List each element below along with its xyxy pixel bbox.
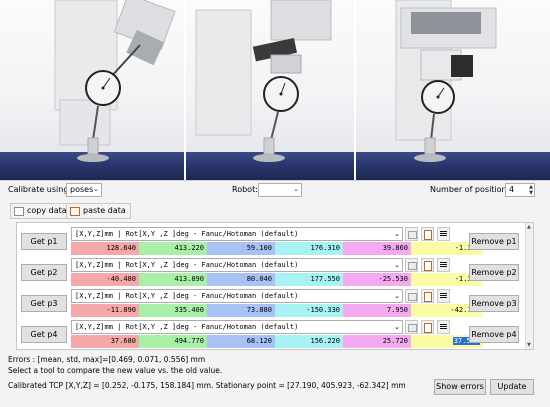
pose-values-p3: -11.890 335.400 73.880 -150.330 7.950 -4… (71, 304, 483, 317)
z-value[interactable]: 73.880 (207, 304, 275, 317)
chevron-down-icon: ⌄ (394, 230, 400, 238)
format-value: [X,Y,Z]mm | Rot[X,Y ,Z ]deg - Fanuc/Hoto… (75, 323, 299, 331)
chevron-down-icon: ⌄ (394, 323, 400, 331)
z-value[interactable]: 68.120 (207, 335, 275, 348)
format-select-p2[interactable]: [X,Y,Z]mm | Rot[X,Y ,Z ]deg - Fanuc/Hoto… (71, 258, 403, 272)
scroll-down-icon[interactable]: ▼ (527, 342, 531, 348)
chevron-down-icon: ⌄ (93, 185, 99, 193)
remove-p4-button[interactable]: Remove p4 (469, 326, 519, 343)
rx-value[interactable]: 176.310 (275, 242, 343, 255)
chevron-down-icon: ⌄ (394, 292, 400, 300)
save-icon[interactable] (405, 320, 418, 334)
ry-value[interactable]: 25.720 (343, 335, 411, 348)
rx-value[interactable]: 156.220 (275, 335, 343, 348)
save-icon[interactable] (405, 258, 418, 272)
spin-arrows-icon[interactable]: ▲ ▼ (529, 184, 533, 196)
chevron-down-icon: ⌄ (394, 261, 400, 269)
calibrate-using-label: Calibrate using: (8, 185, 72, 194)
rx-value[interactable]: 177.550 (275, 273, 343, 286)
copy-data-button[interactable]: copy data (10, 203, 72, 219)
pose-values-p2: -40.480 413.890 80.040 177.550 -25.530 -… (71, 273, 483, 286)
x-value[interactable]: 128.640 (71, 242, 139, 255)
y-value[interactable]: 335.400 (139, 304, 207, 317)
calibrated-tcp-text: Calibrated TCP [X,Y,Z] = [0.252, -0.175,… (8, 381, 406, 390)
paste-icon (70, 207, 80, 216)
copy-icon (14, 207, 24, 216)
scroll-up-icon[interactable]: ▲ (527, 224, 531, 230)
chevron-down-icon: ⌄ (293, 185, 299, 193)
z-value[interactable]: 80.040 (207, 273, 275, 286)
num-positions-value: 4 (509, 185, 515, 194)
y-value[interactable]: 413.220 (139, 242, 207, 255)
pose-values-p1: 128.640 413.220 59.100 176.310 39.860 -1… (71, 242, 483, 255)
x-value[interactable]: 37.680 (71, 335, 139, 348)
robot-photo-3 (356, 0, 550, 180)
hint-text: Select a tool to compare the new value v… (8, 366, 223, 375)
get-p4-button[interactable]: Get p4 (21, 326, 67, 343)
paste-data-button[interactable]: paste data (66, 203, 131, 219)
robot-select[interactable]: ⌄ (258, 183, 302, 197)
format-select-p3[interactable]: [X,Y,Z]mm | Rot[X,Y ,Z ]deg - Fanuc/Hoto… (71, 289, 403, 303)
show-errors-button[interactable]: Show errors (434, 379, 486, 395)
position-row-p3: Get p3 [X,Y,Z]mm | Rot[X,Y ,Z ]deg - Fan… (17, 289, 527, 319)
menu-icon[interactable] (437, 289, 450, 303)
paste-data-label: paste data (83, 206, 126, 215)
camera-photo-strip (0, 0, 550, 180)
pose-values-p4: 37.680 494.770 68.120 156.220 25.720 37.… (71, 335, 483, 348)
paste-icon[interactable] (421, 289, 434, 303)
rx-value[interactable]: -150.330 (275, 304, 343, 317)
paste-icon[interactable] (421, 320, 434, 334)
format-value: [X,Y,Z]mm | Rot[X,Y ,Z ]deg - Fanuc/Hoto… (75, 230, 299, 238)
update-button[interactable]: Update (490, 379, 534, 395)
positions-scrollbar[interactable]: ▲ ▼ (525, 223, 533, 349)
num-positions-label: Number of positions: (430, 185, 514, 194)
format-select-p1[interactable]: [X,Y,Z]mm | Rot[X,Y ,Z ]deg - Fanuc/Hoto… (71, 227, 403, 241)
calibrate-using-value: poses (70, 185, 94, 194)
errors-text: Errors : [mean, std, max]=[0.469, 0.071,… (8, 355, 206, 364)
menu-icon[interactable] (437, 258, 450, 272)
paste-icon[interactable] (421, 227, 434, 241)
ry-value[interactable]: 39.860 (343, 242, 411, 255)
get-p3-button[interactable]: Get p3 (21, 295, 67, 312)
save-icon[interactable] (405, 227, 418, 241)
menu-icon[interactable] (437, 227, 450, 241)
robot-photo-1 (0, 0, 186, 180)
y-value[interactable]: 413.890 (139, 273, 207, 286)
copy-data-label: copy data (27, 206, 67, 215)
format-value: [X,Y,Z]mm | Rot[X,Y ,Z ]deg - Fanuc/Hoto… (75, 292, 299, 300)
x-value[interactable]: -11.890 (71, 304, 139, 317)
get-p1-button[interactable]: Get p1 (21, 233, 67, 250)
ry-value[interactable]: -25.530 (343, 273, 411, 286)
position-row-p4: Get p4 [X,Y,Z]mm | Rot[X,Y ,Z ]deg - Fan… (17, 320, 527, 350)
robot-photo-2 (186, 0, 356, 180)
positions-list: Get p1 [X,Y,Z]mm | Rot[X,Y ,Z ]deg - Fan… (16, 222, 534, 350)
get-p2-button[interactable]: Get p2 (21, 264, 67, 281)
y-value[interactable]: 494.770 (139, 335, 207, 348)
format-select-p4[interactable]: [X,Y,Z]mm | Rot[X,Y ,Z ]deg - Fanuc/Hoto… (71, 320, 403, 334)
remove-p2-button[interactable]: Remove p2 (469, 264, 519, 281)
save-icon[interactable] (405, 289, 418, 303)
position-row-p2: Get p2 [X,Y,Z]mm | Rot[X,Y ,Z ]deg - Fan… (17, 258, 527, 288)
calibrate-using-select[interactable]: poses ⌄ (66, 183, 102, 197)
format-value: [X,Y,Z]mm | Rot[X,Y ,Z ]deg - Fanuc/Hoto… (75, 261, 299, 269)
ry-value[interactable]: 7.950 (343, 304, 411, 317)
paste-icon[interactable] (421, 258, 434, 272)
x-value[interactable]: -40.480 (71, 273, 139, 286)
menu-icon[interactable] (437, 320, 450, 334)
remove-p3-button[interactable]: Remove p3 (469, 295, 519, 312)
z-value[interactable]: 59.100 (207, 242, 275, 255)
robot-label: Robot: (232, 185, 258, 194)
position-row-p1: Get p1 [X,Y,Z]mm | Rot[X,Y ,Z ]deg - Fan… (17, 227, 527, 257)
remove-p1-button[interactable]: Remove p1 (469, 233, 519, 250)
num-positions-spinbox[interactable]: 4 ▲ ▼ (505, 183, 535, 197)
